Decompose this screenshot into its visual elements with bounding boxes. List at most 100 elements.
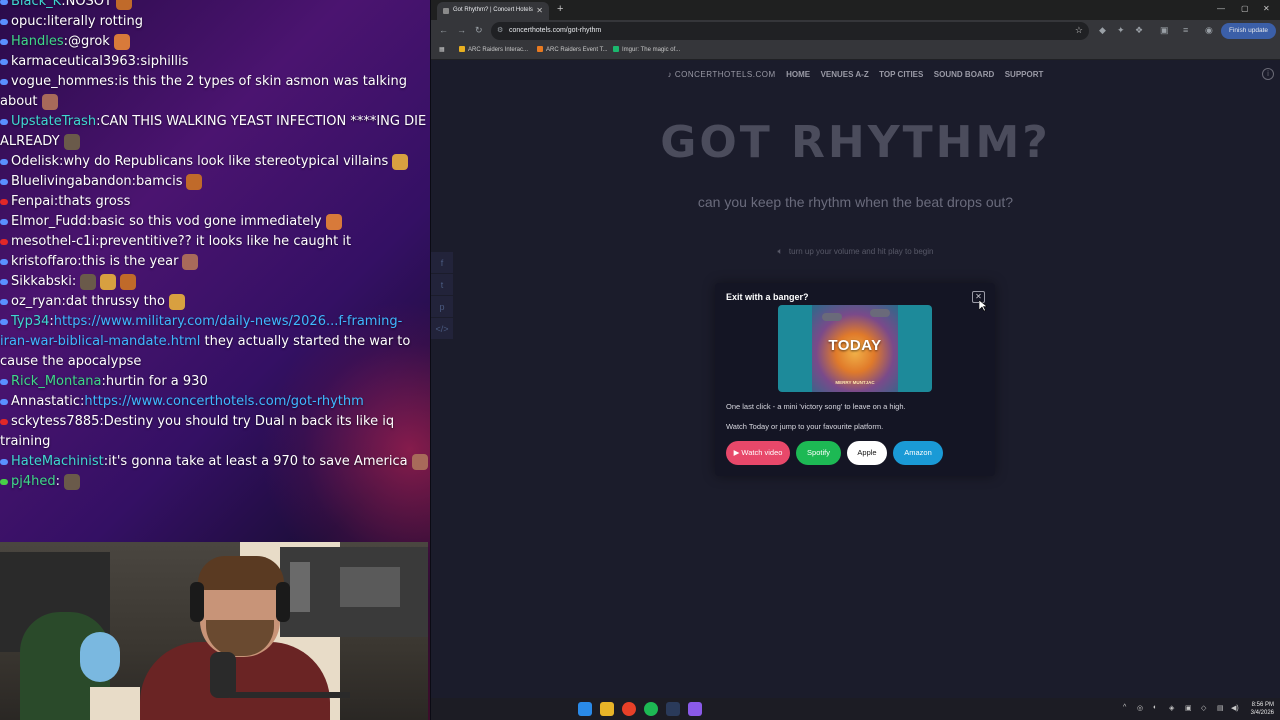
chat-message: mesothel-c1i:preventitive?? it looks lik… [0, 232, 430, 252]
nav-venues[interactable]: VENUES A-Z [821, 70, 869, 79]
chat-username[interactable]: Fenpai [11, 194, 54, 209]
chat-username[interactable]: Odelisk [11, 154, 59, 169]
chat-username[interactable]: Annastatic [11, 394, 80, 409]
network-icon[interactable]: ▤ [1217, 704, 1224, 712]
chat-username[interactable]: kristoffaro [11, 254, 77, 269]
apple-button[interactable]: Apple [847, 441, 887, 465]
chat-username[interactable]: sckytess7885 [11, 414, 99, 429]
site-nav: ♪ CONCERTHOTELS.COM HOME VENUES A-Z TOP … [431, 61, 1280, 87]
tray-icon[interactable]: ◈ [1169, 704, 1174, 712]
new-tab-icon[interactable]: + [557, 3, 563, 15]
chat-username[interactable]: Elmor_Fudd [11, 214, 87, 229]
chat-message: pj4hed: [0, 472, 430, 492]
profile-icon[interactable]: ◉ [1205, 25, 1213, 36]
chat-text: why do Republicans look like stereotypic… [63, 154, 389, 169]
chat-badge-icon [0, 178, 8, 185]
chat-text: literally rotting [46, 14, 143, 29]
forward-icon[interactable]: → [457, 25, 466, 35]
chat-text: it's gonna take at least a 970 to save A… [108, 454, 408, 469]
amazon-button[interactable]: Amazon [893, 441, 943, 465]
url-text: concerthotels.com/got-rhythm [509, 27, 602, 34]
chat-message: Annastatic:https://www.concerthotels.com… [0, 392, 430, 412]
address-bar[interactable]: ⚙ concerthotels.com/got-rhythm ☆ [491, 22, 1089, 40]
nav-sound-board[interactable]: SOUND BOARD [934, 70, 994, 79]
chat-username[interactable]: HateMachinist [11, 454, 104, 469]
chat-username[interactable]: karmaceutical3963 [11, 54, 136, 69]
modal-text-2: Watch Today or jump to your favourite pl… [726, 422, 884, 431]
facebook-icon[interactable]: f [431, 252, 453, 274]
site-info-icon[interactable]: ⚙ [497, 26, 503, 34]
bookmark-item[interactable]: ARC Raiders Interac... [459, 46, 528, 53]
chat-username[interactable]: Typ34 [11, 314, 49, 329]
back-icon[interactable]: ← [439, 25, 448, 35]
bookmark-favicon-icon [613, 46, 619, 52]
file-explorer-icon[interactable] [600, 702, 614, 716]
tray-icon[interactable]: ◇ [1201, 704, 1206, 712]
bookmark-star-icon[interactable]: ☆ [1075, 25, 1083, 36]
chat-text: basic so this vod gone immediately [91, 214, 322, 229]
chat-emote-icon [41, 93, 58, 110]
volume-icon[interactable]: ◀) [1231, 704, 1239, 712]
chat-username[interactable]: oz_ryan [11, 294, 62, 309]
apps-grid-icon[interactable]: ▦ [439, 46, 445, 53]
chat-emote-icon [115, 0, 132, 10]
chat-username[interactable]: Rick_Montana [11, 374, 102, 389]
chat-username[interactable]: Bluelivingabandon [11, 174, 132, 189]
embed-code-icon[interactable]: </> [431, 318, 453, 340]
nav-support[interactable]: SUPPORT [1005, 70, 1044, 79]
chat-link[interactable]: https://www.concerthotels.com/got-rhythm [84, 394, 363, 409]
chat-username[interactable]: UpstateTrash [11, 114, 96, 129]
chat-username[interactable]: Black_K [11, 0, 61, 9]
web-page: ♪ CONCERTHOTELS.COM HOME VENUES A-Z TOP … [431, 61, 1280, 698]
tab-got-rhythm[interactable]: Got Rhythm? | Concert Hotels ✕ [437, 2, 549, 20]
extensions-puzzle-icon[interactable]: ❖ [1135, 25, 1143, 36]
twitter-icon[interactable]: t [431, 274, 453, 296]
chat-message: oz_ryan:dat thrussy tho [0, 292, 430, 312]
tray-icon[interactable]: ◎ [1137, 704, 1143, 712]
cover-artist: MERRY MUNTJAC [835, 380, 875, 385]
tray-arrow-icon[interactable]: ^ [1123, 704, 1126, 711]
chat-username[interactable]: mesothel-c1i [11, 234, 95, 249]
minimize-icon[interactable]: — [1217, 4, 1225, 13]
clock[interactable]: 8:56 PM 3/4/2026 [1251, 701, 1274, 717]
chat-badge-icon [0, 378, 8, 385]
chat-text: NOSOT [65, 0, 112, 9]
nav-top-cities[interactable]: TOP CITIES [879, 70, 923, 79]
nav-home[interactable]: HOME [786, 70, 810, 79]
tray-icon[interactable]: ▣ [1185, 704, 1192, 712]
sidebar-icon[interactable]: ▣ [1160, 25, 1169, 36]
reload-icon[interactable]: ↻ [475, 25, 483, 36]
spotify-button[interactable]: Spotify [796, 441, 841, 465]
chrome-icon[interactable] [622, 702, 636, 716]
chat-username[interactable]: opuc [11, 14, 43, 29]
chat-username[interactable]: Handles [11, 34, 64, 49]
spotify-icon[interactable] [644, 702, 658, 716]
chat-message: UpstateTrash:CAN THIS WALKING YEAST INFE… [0, 112, 430, 152]
chat-username[interactable]: pj4hed [11, 474, 56, 489]
bookmark-item[interactable]: ARC Raiders Event T... [537, 46, 608, 53]
pinterest-icon[interactable]: p [431, 296, 453, 318]
bookmark-item[interactable]: Imgur: The magic of... [613, 46, 680, 53]
window-close-icon[interactable]: ✕ [1263, 4, 1270, 13]
mouse-cursor-icon [979, 300, 987, 312]
chat-emote-icon [392, 153, 409, 170]
site-logo[interactable]: ♪ CONCERTHOTELS.COM [668, 70, 776, 79]
finish-update-button[interactable]: Finish update [1220, 23, 1276, 39]
info-icon[interactable]: i [1262, 68, 1274, 80]
maximize-icon[interactable]: ▢ [1241, 4, 1249, 13]
tray-icon[interactable]: ◐ [1153, 704, 1157, 711]
extension-icon[interactable]: ✦ [1117, 25, 1125, 36]
chat-username[interactable]: Sikkabski [11, 274, 72, 289]
tab-close-icon[interactable]: ✕ [536, 6, 543, 15]
downloads-icon[interactable]: ≡ [1183, 25, 1188, 35]
extension-icon[interactable]: ◆ [1099, 25, 1106, 36]
chat-username[interactable]: vogue_hommes [11, 74, 114, 89]
app-icon[interactable] [688, 702, 702, 716]
steam-icon[interactable] [666, 702, 680, 716]
chat-badge-icon [0, 418, 8, 425]
chat-text: hurtin for a 930 [105, 374, 208, 389]
watch-video-button[interactable]: ▶ Watch video [726, 441, 790, 465]
chat-message: Handles:@grok [0, 32, 430, 52]
start-icon[interactable] [578, 702, 592, 716]
chat-text: bamcis [136, 174, 183, 189]
